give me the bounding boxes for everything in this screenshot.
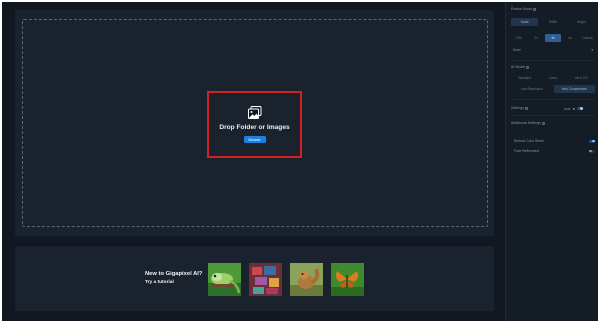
tutorial-title: New to Gigapixel AI? <box>145 271 203 277</box>
resize-mode-label-text: Resize Mode <box>511 7 532 11</box>
gigapixel-app-window: Drop Folder or Images Browse New to Giga… <box>2 2 598 321</box>
lizard-image <box>208 263 241 296</box>
ai-model-lines[interactable]: Lines <box>539 74 566 82</box>
auto-settings-toggle[interactable] <box>576 107 583 110</box>
tutorial-thumb-lizard[interactable] <box>208 263 241 296</box>
divider <box>511 60 595 61</box>
chevron-down-icon: ▾ <box>591 48 593 52</box>
toggle-knob <box>589 149 592 153</box>
toggle-knob <box>580 107 583 110</box>
tutorial-thumb-fabric[interactable] <box>249 263 282 296</box>
settings-side-panel: Resize Mode Scale Width Height 0.5x 2x 4… <box>505 2 598 321</box>
info-icon <box>541 121 545 125</box>
reduce-color-bleed-toggle[interactable] <box>589 139 595 143</box>
resize-mode-label: Resize Mode <box>511 7 536 11</box>
auto-settings-control: Auto ● <box>564 106 583 111</box>
additional-settings-label: Additional Settings <box>511 121 545 125</box>
tutorial-thumb-butterfly[interactable] <box>331 263 364 296</box>
reduce-color-bleed-label: Reduce Color Bleed <box>514 139 544 143</box>
ai-model-low-resolution[interactable]: Low Resolution <box>511 85 553 93</box>
resize-mode-width[interactable]: Width <box>539 18 566 26</box>
auto-label: Auto <box>564 106 571 111</box>
drop-highlight-box: Drop Folder or Images Browse <box>207 91 302 158</box>
scale-factor-segmented: 0.5x 2x 4x 6x Custom <box>511 34 595 42</box>
ai-model-art-cg[interactable]: Art & CG <box>568 74 595 82</box>
tutorial-panel: New to Gigapixel AI? Try a tutorial <box>15 246 494 311</box>
face-refinement-label: Face Refinement <box>514 149 540 153</box>
settings-label: Settings <box>511 106 528 110</box>
ai-model-label-text: AI Model <box>511 65 526 69</box>
lightbulb-icon: ● <box>572 106 575 111</box>
ai-model-standard[interactable]: Standard <box>511 74 538 82</box>
scale-6x[interactable]: 6x <box>562 34 578 42</box>
face-refinement-toggle[interactable] <box>589 149 595 153</box>
scale-4x[interactable]: 4x <box>545 34 561 42</box>
ai-model-very-compressed[interactable]: Very Compressed <box>553 85 595 93</box>
info-icon <box>525 106 528 110</box>
butterfly-image <box>331 263 364 296</box>
tutorial-text: New to Gigapixel AI? Try a tutorial <box>145 271 202 285</box>
ai-model-row-2: Low Resolution Very Compressed <box>511 85 595 93</box>
fabric-image <box>249 263 282 296</box>
tutorial-link[interactable]: Try a tutorial <box>145 280 202 285</box>
additional-settings-label-text: Additional Settings <box>511 121 541 125</box>
drop-title: Drop Folder or Images <box>219 124 290 131</box>
dropdown-value: None <box>513 48 521 52</box>
info-icon <box>526 65 530 69</box>
image-icon <box>247 106 261 119</box>
drop-prompt: Drop Folder or Images Browse <box>209 93 300 156</box>
toggle-knob <box>592 139 595 143</box>
browse-button[interactable]: Browse <box>243 136 266 143</box>
face-refinement-row: Face Refinement <box>514 147 595 155</box>
resize-mode-height[interactable]: Height <box>568 18 595 26</box>
squirrel-image <box>290 263 323 296</box>
reduce-color-bleed-row: Reduce Color Bleed <box>514 137 595 145</box>
info-icon <box>532 7 536 11</box>
divider <box>511 115 595 116</box>
tutorial-thumb-squirrel[interactable] <box>290 263 323 296</box>
divider <box>511 99 595 100</box>
ai-model-row-1: Standard Lines Art & CG <box>511 74 595 82</box>
dimension-dropdown[interactable]: None ▾ <box>511 46 595 54</box>
scale-custom[interactable]: Custom <box>579 34 595 42</box>
resize-mode-scale[interactable]: Scale <box>511 18 539 26</box>
ai-model-label: AI Model <box>511 65 530 69</box>
scale-0.5x[interactable]: 0.5x <box>511 34 527 42</box>
settings-label-text: Settings <box>511 106 524 110</box>
scale-2x[interactable]: 2x <box>528 34 544 42</box>
resize-mode-segmented: Scale Width Height <box>511 18 595 26</box>
